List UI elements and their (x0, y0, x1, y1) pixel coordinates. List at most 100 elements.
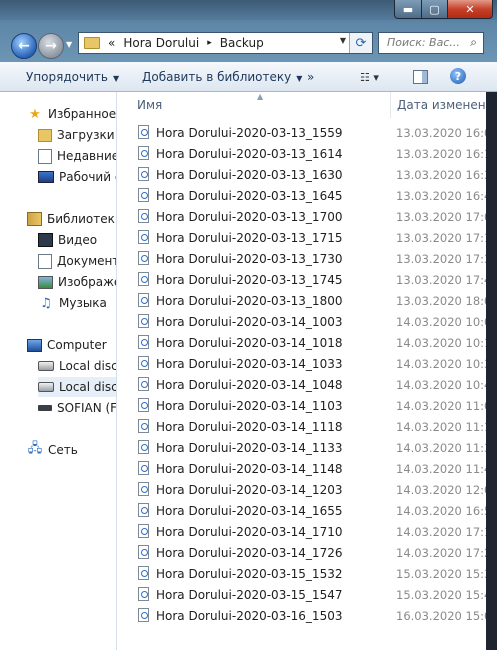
file-date: 13.03.2020 17:15 (396, 231, 497, 245)
column-header-date[interactable]: Дата изменения (397, 98, 497, 112)
change-view-button[interactable]: ☷ ▾ (360, 71, 379, 84)
file-name: Hora Dorului-2020-03-14_1033 (156, 357, 343, 371)
nav-item-music[interactable]: ♫ Музыка (38, 293, 116, 313)
file-name: Hora Dorului-2020-03-13_1559 (156, 126, 343, 140)
nav-item-documents[interactable]: Документы (38, 251, 116, 271)
file-list: ▲ Имя Дата изменения Hora Dorului-2020-0… (117, 92, 497, 650)
backup-file-icon (138, 251, 149, 265)
table-row[interactable]: Hora Dorului-2020-03-13_1800 13.03.2020 1… (117, 291, 497, 312)
minimize-button[interactable]: ▬ (394, 0, 422, 19)
forward-button[interactable]: → (38, 33, 64, 59)
table-row[interactable]: Hora Dorului-2020-03-14_1048 14.03.2020 1… (117, 375, 497, 396)
nav-item-recent[interactable]: Недавние (38, 146, 116, 166)
table-row[interactable]: Hora Dorului-2020-03-14_1118 14.03.2020 1… (117, 417, 497, 438)
table-row[interactable]: Hora Dorului-2020-03-15_1547 15.03.2020 1… (117, 585, 497, 606)
more-commands-button[interactable]: » (307, 70, 314, 84)
nav-item-local-disc-c[interactable]: Local disc (C:) (38, 356, 116, 376)
backup-file-icon (138, 167, 149, 181)
recent-pages-dropdown[interactable]: ▼ (66, 40, 72, 49)
nav-item-video[interactable]: Видео (38, 230, 116, 250)
table-row[interactable]: Hora Dorului-2020-03-14_1003 14.03.2020 1… (117, 312, 497, 333)
nav-label: Музыка (59, 296, 107, 310)
forward-arrow-icon: → (45, 38, 57, 54)
downloads-folder-icon (38, 128, 52, 142)
file-date: 13.03.2020 17:45 (396, 273, 497, 287)
table-row[interactable]: Hora Dorului-2020-03-14_1148 14.03.2020 1… (117, 459, 497, 480)
table-row[interactable]: Hora Dorului-2020-03-14_1726 14.03.2020 1… (117, 543, 497, 564)
breadcrumb-separator-icon[interactable]: ▸ (207, 38, 212, 48)
nav-item-favorites[interactable]: ★ Избранное (27, 104, 117, 124)
nav-label: Local disc (D:) (59, 380, 117, 394)
table-row[interactable]: Hora Dorului-2020-03-13_1700 13.03.2020 1… (117, 207, 497, 228)
nav-label: Избранное (48, 107, 117, 121)
refresh-button[interactable]: ⟳ (349, 33, 372, 53)
nav-item-downloads[interactable]: Загрузки (38, 125, 116, 145)
nav-item-libraries[interactable]: Библиотеки (27, 209, 116, 229)
table-row[interactable]: Hora Dorului-2020-03-14_1018 14.03.2020 1… (117, 333, 497, 354)
file-name: Hora Dorului-2020-03-14_1018 (156, 336, 343, 350)
file-name: Hora Dorului-2020-03-15_1532 (156, 567, 343, 581)
file-name: Hora Dorului-2020-03-14_1103 (156, 399, 343, 413)
backup-file-icon (138, 272, 149, 286)
table-row[interactable]: Hora Dorului-2020-03-15_1532 15.03.2020 1… (117, 564, 497, 585)
maximize-button[interactable]: ▢ (422, 0, 448, 19)
file-date: 14.03.2020 10:03 (396, 315, 497, 329)
organize-button[interactable]: Упорядочить ▼ (26, 70, 119, 84)
scrollbar[interactable] (486, 92, 497, 650)
back-button[interactable]: ← (11, 33, 37, 59)
file-date: 13.03.2020 16:45 (396, 189, 497, 203)
search-input[interactable]: Поиск: Вас... ⌕ (378, 32, 484, 54)
column-headers: ▲ Имя Дата изменения (117, 92, 497, 118)
file-date: 13.03.2020 17:00 (396, 210, 497, 224)
file-date: 13.03.2020 16:15 (396, 147, 497, 161)
table-row[interactable]: Hora Dorului-2020-03-13_1645 13.03.2020 1… (117, 186, 497, 207)
table-row[interactable]: Hora Dorului-2020-03-14_1033 14.03.2020 1… (117, 354, 497, 375)
nav-item-local-disc-d[interactable]: Local disc (D:) (38, 377, 117, 397)
table-row[interactable]: Hora Dorului-2020-03-13_1630 13.03.2020 1… (117, 165, 497, 186)
table-row[interactable]: Hora Dorului-2020-03-14_1203 14.03.2020 1… (117, 480, 497, 501)
file-date: 14.03.2020 17:26 (396, 546, 497, 560)
nav-label: Сеть (48, 443, 78, 457)
nav-label: Загрузки (57, 128, 115, 142)
breadcrumb-hora-dorului[interactable]: Hora Dorului (123, 36, 199, 50)
backup-file-icon (138, 293, 149, 307)
backup-file-icon (138, 524, 149, 538)
nav-item-network[interactable]: 🖧 Сеть (27, 440, 116, 460)
help-button[interactable]: ? (450, 68, 466, 84)
search-placeholder: Поиск: Вас... (387, 36, 460, 49)
folder-icon (84, 37, 100, 49)
table-row[interactable]: Hora Dorului-2020-03-13_1745 13.03.2020 1… (117, 270, 497, 291)
help-icon: ? (454, 69, 462, 83)
close-button[interactable]: ✕ (448, 0, 493, 19)
file-name: Hora Dorului-2020-03-14_1203 (156, 483, 343, 497)
table-row[interactable]: Hora Dorului-2020-03-16_1503 16.03.2020 1… (117, 606, 497, 627)
table-row[interactable]: Hora Dorului-2020-03-13_1559 13.03.2020 1… (117, 123, 497, 144)
table-row[interactable]: Hora Dorului-2020-03-14_1103 14.03.2020 1… (117, 396, 497, 417)
table-row[interactable]: Hora Dorului-2020-03-13_1614 13.03.2020 1… (117, 144, 497, 165)
nav-item-computer[interactable]: Computer (27, 335, 116, 355)
column-divider[interactable] (390, 92, 391, 118)
backup-file-icon (138, 587, 149, 601)
nav-item-desktop[interactable]: Рабочий стол (38, 167, 116, 187)
address-bar[interactable]: « Hora Dorului ▸ Backup ▼ ⟳ (78, 32, 373, 54)
chevron-down-icon: ▼ (66, 40, 73, 49)
column-header-name[interactable]: Имя (137, 98, 162, 112)
table-row[interactable]: Hora Dorului-2020-03-14_1655 14.03.2020 1… (117, 501, 497, 522)
table-row[interactable]: Hora Dorului-2020-03-13_1730 13.03.2020 1… (117, 249, 497, 270)
refresh-icon: ⟳ (355, 35, 367, 51)
file-name: Hora Dorului-2020-03-14_1118 (156, 420, 343, 434)
add-to-library-button[interactable]: Добавить в библиотеку ▼ (142, 70, 302, 84)
file-date: 14.03.2020 12:03 (396, 483, 497, 497)
breadcrumb-backup[interactable]: Backup (220, 36, 264, 50)
table-row[interactable]: Hora Dorului-2020-03-14_1710 14.03.2020 1… (117, 522, 497, 543)
backup-file-icon (138, 314, 149, 328)
file-name: Hora Dorului-2020-03-15_1547 (156, 588, 343, 602)
nav-item-images[interactable]: Изображения (38, 272, 116, 292)
breadcrumb-overflow[interactable]: « (108, 36, 115, 50)
table-row[interactable]: Hora Dorului-2020-03-14_1133 14.03.2020 1… (117, 438, 497, 459)
backup-file-icon (138, 209, 149, 223)
preview-pane-button[interactable] (413, 70, 428, 84)
address-dropdown-icon[interactable]: ▼ (340, 36, 346, 45)
table-row[interactable]: Hora Dorului-2020-03-13_1715 13.03.2020 1… (117, 228, 497, 249)
nav-item-sofian[interactable]: SOFIAN (F:) (38, 398, 116, 418)
